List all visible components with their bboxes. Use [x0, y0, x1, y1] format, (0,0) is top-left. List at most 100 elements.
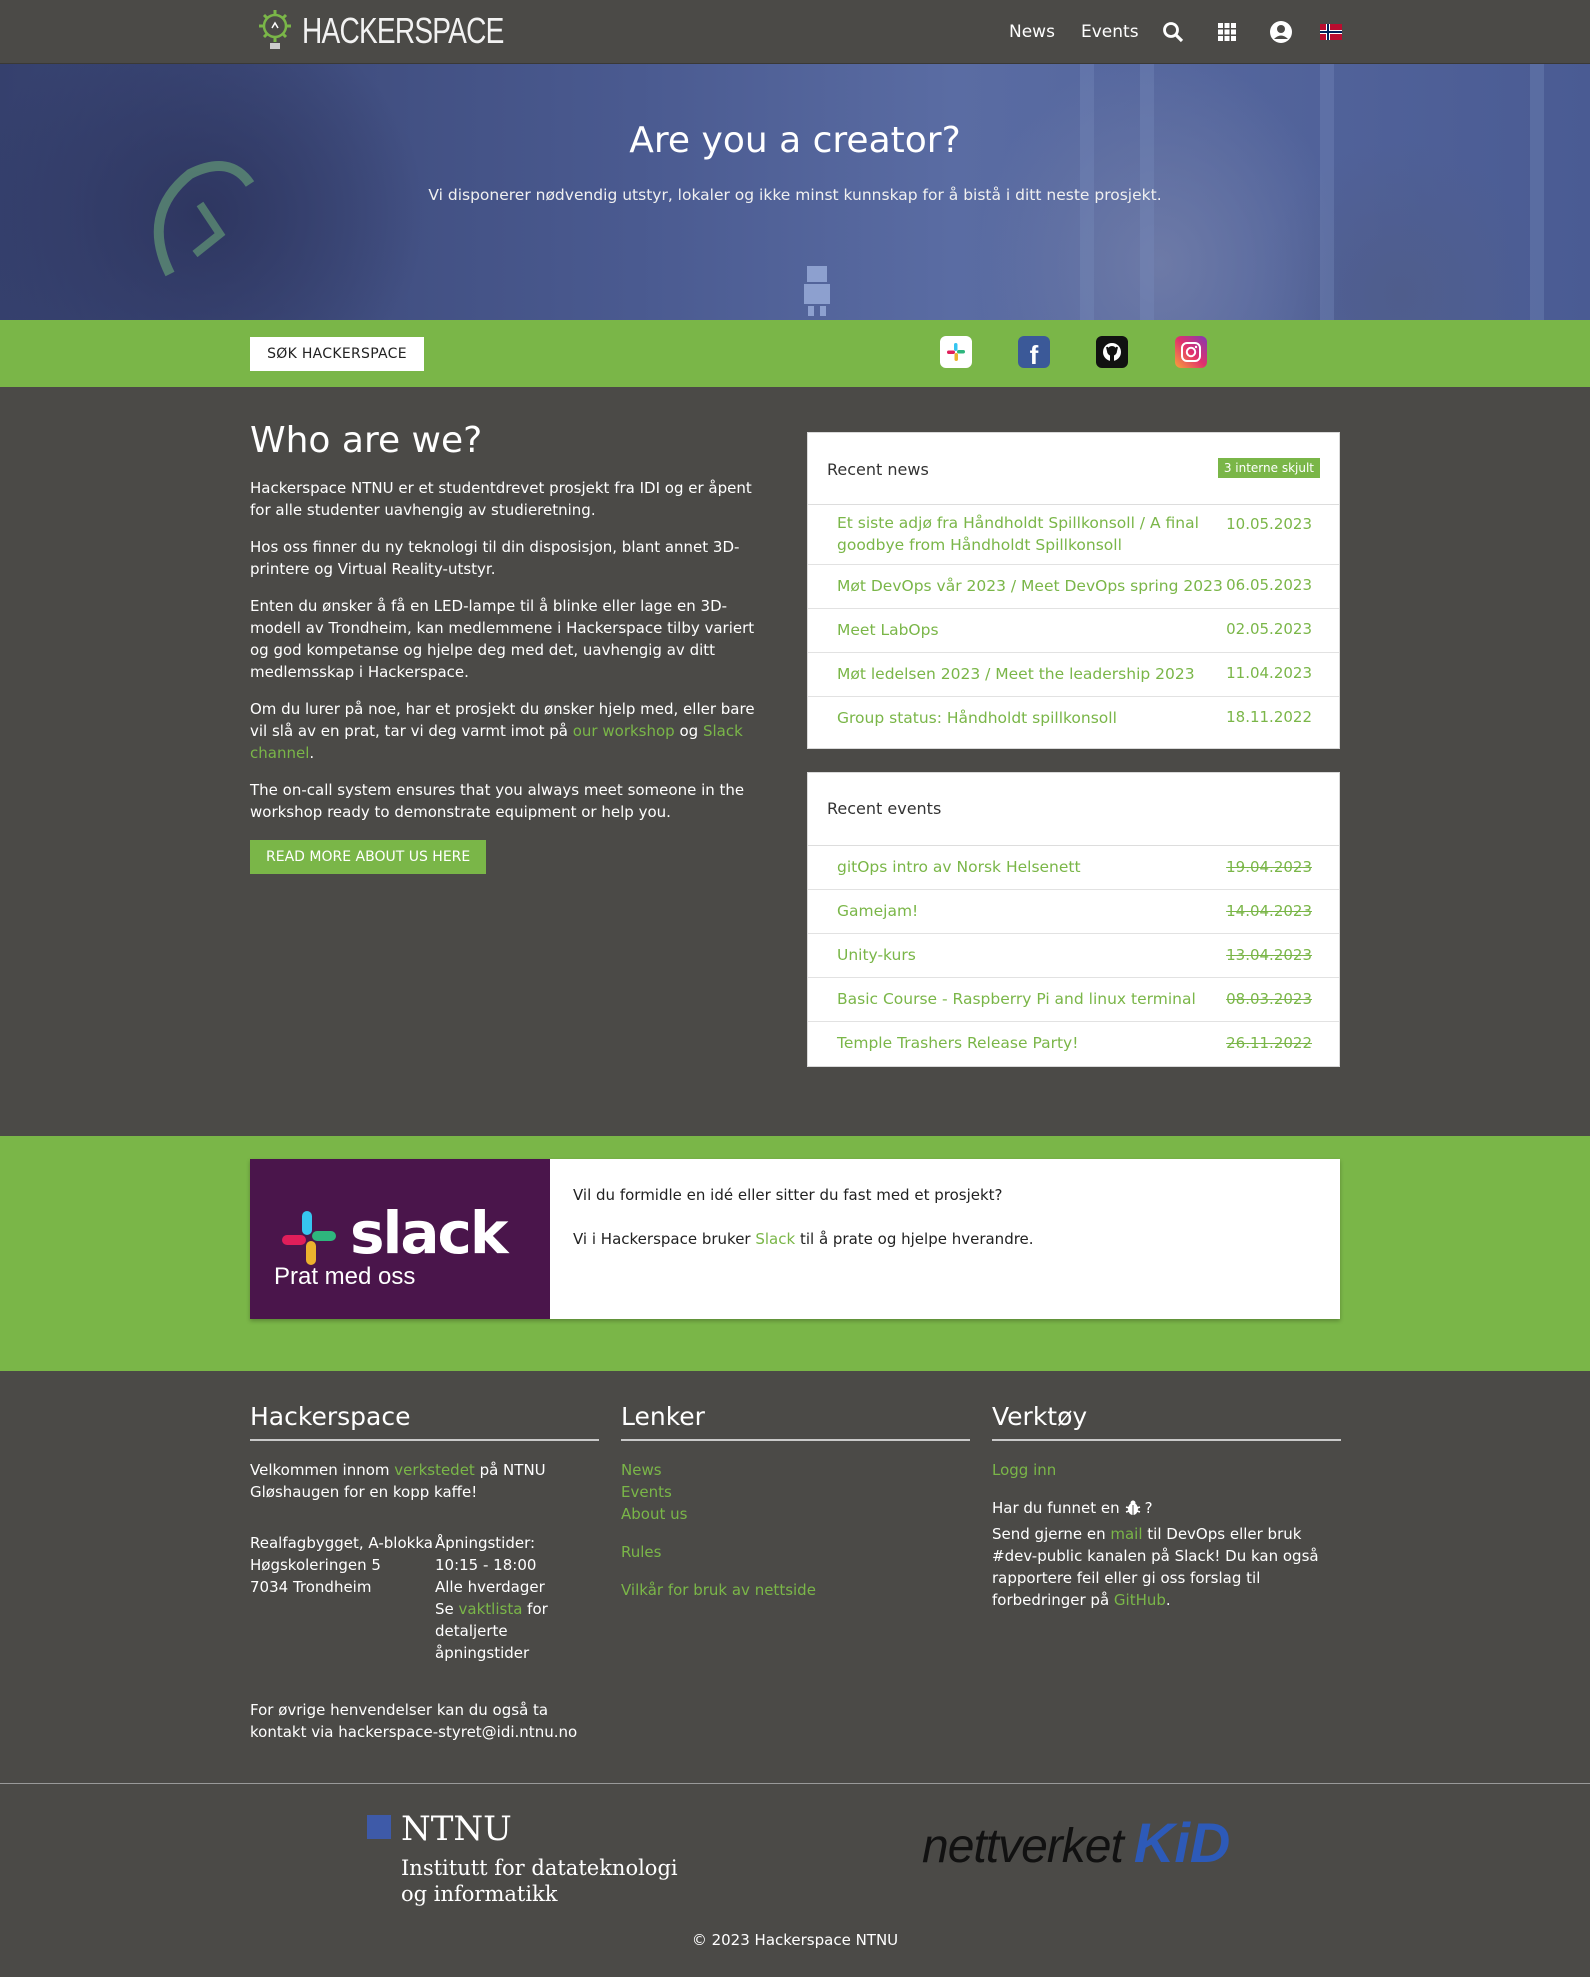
about-text: og: [674, 722, 703, 740]
news-title[interactable]: Møt ledelsen 2023 / Meet the leadership …: [837, 663, 1195, 685]
roster-link[interactable]: vaktlista: [459, 1600, 523, 1618]
news-date: 10.05.2023: [1226, 515, 1312, 533]
event-title[interactable]: Temple Trashers Release Party!: [837, 1032, 1078, 1054]
hours-label: Åpningstider:: [435, 1534, 536, 1552]
news-title[interactable]: Et siste adjø fra Håndholdt Spillkonsoll…: [837, 512, 1217, 556]
slack-logo-subtitle: Prat med oss: [274, 1263, 416, 1290]
footer-heading: Verktøy: [992, 1402, 1341, 1441]
slack-icon[interactable]: [940, 336, 972, 368]
top-navbar: HACKERSPACE News Events: [0, 0, 1590, 64]
hero-title: Are you a creator?: [629, 120, 961, 161]
about-paragraph: Enten du ønsker å få en LED-lampe til å …: [250, 597, 755, 681]
login-link[interactable]: Logg inn: [992, 1459, 1341, 1481]
recent-news-panel: Recent news 3 interne skjult Et siste ad…: [807, 432, 1340, 749]
recent-events-panel: Recent events gitOps intro av Norsk Hels…: [807, 772, 1340, 1067]
footer-link-terms[interactable]: Vilkår for bruk av nettside: [621, 1579, 970, 1601]
event-date: 08.03.2023: [1226, 990, 1312, 1008]
event-item[interactable]: Gamejam! 14.04.2023: [808, 890, 1339, 934]
event-title[interactable]: gitOps intro av Norsk Helsenett: [837, 856, 1081, 878]
action-bar: SØK HACKERSPACE f: [0, 320, 1590, 387]
workshop-link[interactable]: our workshop: [573, 722, 675, 740]
panel-title: Recent events: [827, 799, 942, 818]
kid-mark: KiD: [1133, 1811, 1231, 1874]
footer-text: Har du funnet en: [992, 1499, 1120, 1517]
slack-text: til å prate og hjelpe hverandre.: [795, 1230, 1034, 1248]
bug-report-text: Send gjerne en mail til DevOps eller bru…: [992, 1523, 1341, 1611]
footer-col-links: Lenker News Events About us Rules Vilkår…: [621, 1402, 970, 1601]
event-title[interactable]: Basic Course - Raspberry Pi and linux te…: [837, 988, 1196, 1010]
ntnu-square-icon: [367, 1815, 391, 1839]
footer-col-tools: Verktøy Logg inn Har du funnet en ? Send…: [992, 1402, 1341, 1611]
slack-link[interactable]: Slack: [755, 1230, 795, 1248]
footer-text: Send gjerne en: [992, 1525, 1111, 1543]
lightbulb-gear-icon: [259, 10, 291, 49]
footer-hours: Åpningstider: 10:15 - 18:00 Alle hverdag…: [435, 1532, 565, 1664]
brand-logo[interactable]: HACKERSPACE: [258, 8, 560, 54]
workshop-link[interactable]: verkstedet: [394, 1461, 475, 1479]
news-title[interactable]: Møt DevOps vår 2023 / Meet DevOps spring…: [837, 575, 1223, 597]
event-item[interactable]: Unity-kurs 13.04.2023: [808, 934, 1339, 978]
ntnu-institute: Institutt for datateknologi: [401, 1856, 678, 1880]
github-link[interactable]: GitHub: [1114, 1591, 1166, 1609]
search-icon[interactable]: [1159, 18, 1187, 46]
apps-grid-icon[interactable]: [1213, 18, 1241, 46]
github-icon[interactable]: [1096, 336, 1128, 368]
address-line: Høgskoleringen 5: [250, 1556, 381, 1574]
footer-text: .: [1165, 1591, 1171, 1609]
news-title[interactable]: Meet LabOps: [837, 619, 939, 641]
mail-link[interactable]: mail: [1110, 1525, 1142, 1543]
slack-section: slack Prat med oss Vil du formidle en id…: [0, 1136, 1590, 1371]
footer-link-news[interactable]: News: [621, 1459, 970, 1481]
brand-name: HACKERSPACE: [302, 10, 504, 51]
news-date: 06.05.2023: [1226, 576, 1312, 594]
hero-bg-bulb-graphic: [153, 161, 255, 277]
panel-header: Recent events: [808, 773, 1339, 846]
footer-link-events[interactable]: Events: [621, 1481, 970, 1503]
ntnu-institute: og informatikk: [401, 1882, 558, 1906]
news-title[interactable]: Group status: Håndholdt spillkonsoll: [837, 707, 1117, 729]
news-date: 02.05.2023: [1226, 620, 1312, 638]
news-item[interactable]: Et siste adjø fra Håndholdt Spillkonsoll…: [808, 505, 1339, 565]
about-paragraph: Hackerspace NTNU er et studentdrevet pro…: [250, 479, 752, 519]
footer-col-hackerspace: Hackerspace Velkommen innom verkstedet p…: [250, 1402, 599, 1743]
event-title[interactable]: Gamejam!: [837, 900, 918, 922]
footer-heading: Lenker: [621, 1402, 970, 1441]
footer-link-rules[interactable]: Rules: [621, 1541, 970, 1563]
norway-flag-icon[interactable]: [1317, 18, 1345, 46]
news-item[interactable]: Møt ledelsen 2023 / Meet the leadership …: [808, 653, 1339, 697]
slack-text-line: Vi i Hackerspace bruker Slack til å prat…: [573, 1230, 1034, 1248]
hero-subtitle: Vi disponerer nødvendig utstyr, lokaler …: [428, 186, 1162, 204]
facebook-icon[interactable]: f: [1018, 336, 1050, 370]
news-item[interactable]: Møt DevOps vår 2023 / Meet DevOps spring…: [808, 565, 1339, 609]
nettverket-kid-logo[interactable]: nettverket KiD: [922, 1810, 1230, 1875]
panel-header: Recent news 3 interne skjult: [808, 433, 1339, 505]
instagram-icon[interactable]: [1175, 336, 1207, 368]
event-item[interactable]: gitOps intro av Norsk Helsenett 19.04.20…: [808, 846, 1339, 890]
slack-card: slack Prat med oss Vil du formidle en id…: [250, 1159, 1340, 1319]
nav-link-events[interactable]: Events: [1081, 22, 1139, 42]
slack-banner-image[interactable]: slack Prat med oss: [250, 1159, 550, 1319]
nav-link-news[interactable]: News: [1009, 22, 1055, 42]
search-hackerspace-button[interactable]: SØK HACKERSPACE: [250, 337, 424, 371]
hours-value: 10:15 - 18:00: [435, 1556, 537, 1574]
event-date: 14.04.2023: [1226, 902, 1312, 920]
news-item[interactable]: Meet LabOps 02.05.2023: [808, 609, 1339, 653]
footer-contact: For øvrige henvendelser kan du også ta k…: [250, 1701, 578, 1741]
hours-days: Alle hverdager: [435, 1578, 545, 1596]
news-item[interactable]: Group status: Håndholdt spillkonsoll 18.…: [808, 697, 1339, 741]
event-title[interactable]: Unity-kurs: [837, 944, 916, 966]
bug-icon: [1125, 1500, 1140, 1515]
footer-address-hours: Realfagbygget, A-blokka Høgskoleringen 5…: [250, 1532, 599, 1664]
ntnu-name: NTNU: [401, 1809, 512, 1849]
hidden-count-badge: 3 interne skjult: [1217, 458, 1320, 478]
footer-link-about[interactable]: About us: [621, 1503, 970, 1525]
account-icon[interactable]: [1267, 18, 1295, 46]
hero-robot-figure: [804, 266, 830, 316]
hours-see-roster: Se vaktlista for detaljerte åpningstider: [435, 1598, 565, 1664]
read-more-button[interactable]: READ MORE ABOUT US HERE: [250, 840, 487, 874]
event-item[interactable]: Temple Trashers Release Party! 26.11.202…: [808, 1022, 1339, 1066]
event-item[interactable]: Basic Course - Raspberry Pi and linux te…: [808, 978, 1339, 1022]
footer-divider: [0, 1783, 1590, 1784]
about-text: .: [309, 744, 315, 762]
about-title: Who are we?: [250, 420, 483, 461]
